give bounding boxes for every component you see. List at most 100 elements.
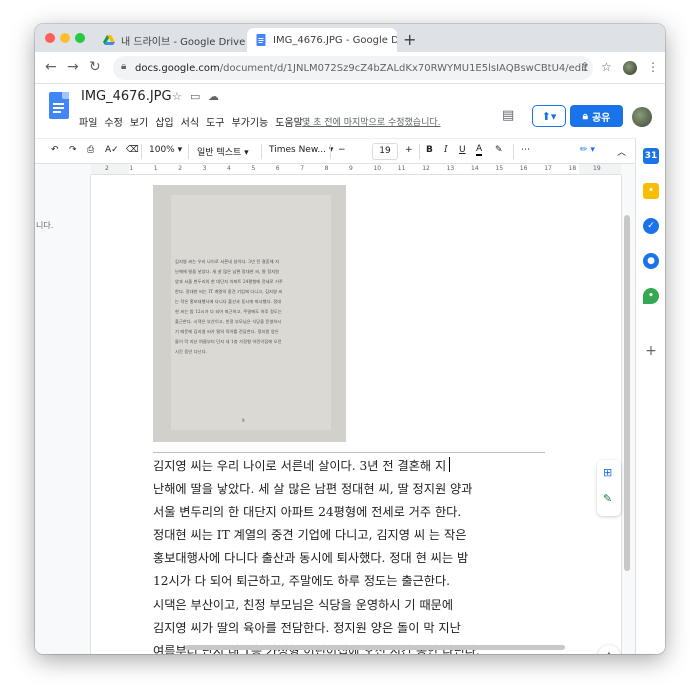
- reload-icon[interactable]: ↻: [89, 59, 101, 75]
- calendar-icon[interactable]: 31: [643, 148, 659, 164]
- collapse-menus-chevron-icon[interactable]: ︿: [617, 145, 626, 158]
- menu-view[interactable]: 보기: [130, 114, 148, 129]
- document-page[interactable]: 김지영 씨는 우리 나이로 서른네 살이다. 3년 전 결혼해 지난해에 딸을 …: [90, 175, 622, 654]
- minimize-window-button[interactable]: [60, 33, 70, 43]
- menu-addons[interactable]: 부가기능: [231, 114, 268, 129]
- ruler-tick-label: 3: [202, 165, 207, 172]
- body-text-line: 서울 변두리의 한 대단지 아파트 24평형에 전세로 거주 한다.: [153, 501, 573, 524]
- text-divider: [153, 452, 545, 453]
- style-select[interactable]: 일반 텍스트 ▾: [197, 145, 249, 158]
- ruler-tick-label: 10: [373, 165, 382, 172]
- close-window-button[interactable]: [45, 33, 55, 43]
- ruler-tick-label: 2: [105, 165, 109, 172]
- bold-button[interactable]: B: [426, 145, 433, 155]
- zoom-select[interactable]: 100% ▾: [149, 145, 182, 155]
- italic-button[interactable]: I: [444, 145, 448, 155]
- more-vert-icon[interactable]: ⋮: [647, 60, 659, 74]
- comment-history-icon[interactable]: ▤: [502, 108, 514, 123]
- ruler-tick-label: 9: [349, 165, 353, 172]
- body-text-line: 김지영 씨가 딸의 육아를 전담한다. 정지원 양은 돌이 막 지난: [153, 617, 573, 640]
- body-text-line: 김지영 씨는 우리 나이로 서른네 살이다. 3년 전 결혼해 지: [153, 455, 573, 478]
- ruler-tick-label: 6: [275, 165, 280, 172]
- bookmark-star-icon[interactable]: ☆: [601, 60, 612, 74]
- menu-edit[interactable]: 수정: [104, 114, 122, 129]
- ruler-tick-label: 1: [153, 165, 158, 172]
- increase-font-size-button[interactable]: +: [405, 145, 413, 155]
- format-toolbar: ↶ ↷ ⎙ A✓ ⌫ 100% ▾ 일반 텍스트 ▾ Times New... …: [35, 138, 665, 164]
- ruler-tick-label: 1: [129, 165, 134, 172]
- keep-icon[interactable]: •: [643, 183, 659, 199]
- share-label: 공유: [591, 112, 611, 124]
- forward-icon[interactable]: →: [67, 59, 79, 75]
- move-folder-icon[interactable]: ▭: [190, 90, 200, 103]
- print-icon[interactable]: ⎙: [87, 145, 94, 155]
- photo-text-line: 김지영 씨는 우리 나이로 서른네 살이다. 3년 전 결혼해 지: [175, 259, 280, 264]
- editing-mode-pencil-icon[interactable]: ✏ ▾: [580, 145, 595, 155]
- docs-header: IMG_4676.JPG ☆ ▭ ☁ 파일 수정 보기 삽입 서식 도구 부가기…: [35, 84, 665, 138]
- tasks-icon[interactable]: ✓: [643, 218, 659, 234]
- ruler-tick-label: 4: [227, 165, 231, 172]
- font-size-input[interactable]: 19: [372, 143, 398, 160]
- menu-tools[interactable]: 도구: [206, 114, 224, 129]
- expand-panel-chevron-icon[interactable]: ›: [643, 648, 659, 654]
- tab-google-drive[interactable]: 내 드라이브 - Google Drive ✕: [95, 28, 245, 52]
- google-drive-icon: [103, 35, 115, 45]
- tab-title: 내 드라이브 - Google Drive: [121, 36, 245, 48]
- present-icon: ⬆▾: [541, 109, 557, 123]
- browser-toolbar: ← → ↻ 🔒︎ docs.google.com/document/d/1JNL…: [35, 52, 665, 84]
- menu-format[interactable]: 서식: [181, 114, 199, 129]
- embedded-photo[interactable]: 김지영 씨는 우리 나이로 서른네 살이다. 3년 전 결혼해 지난해에 딸을 …: [153, 185, 346, 442]
- document-title[interactable]: IMG_4676.JPG: [81, 89, 172, 104]
- highlight-color-icon[interactable]: ✎: [495, 145, 503, 155]
- add-addon-button[interactable]: +: [643, 343, 659, 359]
- undo-icon[interactable]: ↶: [51, 145, 59, 155]
- photo-text-line: 시간 동안 다닌다.: [175, 349, 207, 354]
- google-docs-logo-icon[interactable]: [49, 92, 69, 119]
- font-select[interactable]: Times New... ▾: [269, 145, 333, 155]
- profile-avatar[interactable]: [623, 61, 637, 75]
- body-text-line: 정대현 씨는 IT 계열의 중견 기업에 다니고, 김지영 씨 는 작은: [153, 524, 573, 547]
- photo-text-line: 출근한다. 시댁은 부산이고, 친정 부모님은 식당을 운영하시: [175, 319, 282, 324]
- share-button[interactable]: 🔒︎ 공유: [570, 105, 623, 127]
- body-text-line-content: 김지영 씨가 딸의 육아를 전담한다. 정지원 양은 돌이 막 지난: [153, 620, 461, 635]
- back-icon[interactable]: ←: [45, 59, 57, 75]
- browser-window: 내 드라이브 - Google Drive ✕ IMG_4676.JPG - G…: [35, 24, 665, 654]
- menu-help[interactable]: 도움말: [275, 114, 303, 129]
- url-path: /document/d/1JNLM072Sz9cZ4bZALdKx70RWYMU…: [219, 62, 588, 74]
- photo-text-line: 기 때문에 김지영 씨가 딸의 육아를 전담한다. 정지원 양은: [175, 329, 279, 334]
- menu-insert[interactable]: 삽입: [155, 114, 173, 129]
- document-body-text[interactable]: 김지영 씨는 우리 나이로 서른네 살이다. 3년 전 결혼해 지 난해에 딸을 …: [153, 455, 573, 654]
- spellcheck-icon[interactable]: A✓: [105, 145, 119, 155]
- underline-button[interactable]: U: [459, 145, 466, 155]
- new-tab-button[interactable]: +: [403, 30, 416, 49]
- decrease-font-size-button[interactable]: −: [338, 145, 346, 155]
- menu-file[interactable]: 파일: [79, 114, 97, 129]
- vertical-scrollbar[interactable]: [623, 175, 631, 654]
- ruler-tick-label: 13: [446, 165, 455, 172]
- redo-icon[interactable]: ↷: [69, 145, 77, 155]
- tab-google-docs[interactable]: IMG_4676.JPG - Google Docs ✕: [247, 28, 397, 52]
- photo-page-number: 9: [242, 418, 245, 423]
- url-host: docs.google.com: [135, 62, 220, 74]
- scrollbar-thumb[interactable]: [624, 215, 630, 571]
- more-options-button[interactable]: ⋯: [521, 145, 530, 155]
- suggest-edits-icon[interactable]: ✎: [603, 492, 612, 505]
- photo-text-line: 난해에 딸을 낳았다. 세 살 많은 남편 정대현 씨, 딸 정지원: [175, 269, 280, 274]
- cloud-saved-icon: ☁: [208, 90, 219, 103]
- paint-format-icon[interactable]: ⌫: [126, 145, 139, 155]
- ruler[interactable]: 2 1 1 2 3 4 5 6 7 8 9 10 11 12 13 14 15 16 17 18 19: [91, 164, 621, 175]
- horizontal-scrollbar[interactable]: [185, 645, 565, 650]
- style-value: 일반 텍스트: [197, 148, 242, 158]
- avatar[interactable]: [632, 107, 652, 127]
- share-page-icon[interactable]: ⇪: [580, 60, 590, 74]
- contacts-icon[interactable]: ●: [643, 253, 659, 269]
- text-color-button[interactable]: A: [476, 145, 483, 156]
- present-button[interactable]: ⬆▾: [532, 105, 566, 127]
- maps-icon[interactable]: •: [643, 288, 659, 304]
- star-icon[interactable]: ☆: [172, 90, 182, 103]
- ruler-tick-label: 16: [519, 165, 528, 172]
- last-edit-link[interactable]: 몇 초 전에 마지막으로 수정했습니다.: [302, 115, 441, 128]
- address-bar[interactable]: 🔒︎ docs.google.com/document/d/1JNLM072Sz…: [113, 56, 593, 80]
- zoom-window-button[interactable]: [75, 33, 85, 43]
- add-comment-icon[interactable]: ⊞: [603, 466, 612, 479]
